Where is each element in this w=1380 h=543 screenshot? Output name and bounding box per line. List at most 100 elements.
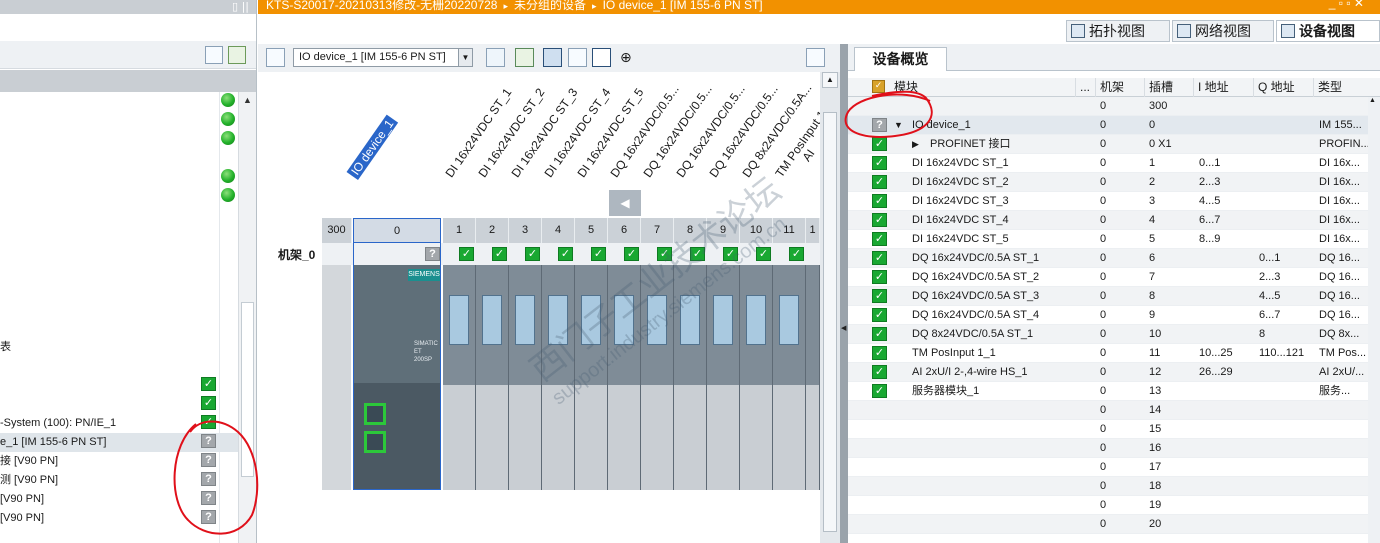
- cell-i[interactable]: [1199, 420, 1255, 439]
- scroll-up-icon[interactable]: ▲: [822, 72, 838, 88]
- cell-slot[interactable]: 12: [1149, 363, 1205, 382]
- cell-q[interactable]: 0...1: [1259, 249, 1315, 268]
- cell-i[interactable]: [1199, 439, 1255, 458]
- cell-rack[interactable]: 0: [1100, 249, 1156, 268]
- overview-toggle-icon[interactable]: [806, 48, 825, 67]
- cell-module[interactable]: DI 16x24VDC ST_4: [912, 211, 1072, 230]
- cell-module[interactable]: [912, 401, 1072, 420]
- cell-type[interactable]: [1319, 477, 1375, 496]
- device-canvas[interactable]: IO device_1 DI 16x24VDC ST_1 DI 16x24VDC…: [258, 72, 820, 543]
- cell-module[interactable]: DI 16x24VDC ST_3: [912, 192, 1072, 211]
- cell-slot[interactable]: 3: [1149, 192, 1205, 211]
- table-row[interactable]: ✓ ▶ PROFINET 接口 0 0 X1 PROFIN...: [848, 135, 1380, 154]
- cell-slot[interactable]: 7: [1149, 268, 1205, 287]
- cell-slot[interactable]: 5: [1149, 230, 1205, 249]
- table-icon[interactable]: [486, 48, 505, 67]
- table-row[interactable]: 0 18: [848, 477, 1380, 496]
- cell-i[interactable]: [1199, 382, 1255, 401]
- breadcrumb-project[interactable]: KTS-S20017-20210313修改-无栅20220728: [266, 0, 497, 12]
- cell-type[interactable]: TM Pos...: [1319, 344, 1375, 363]
- cell-q[interactable]: [1259, 477, 1315, 496]
- cell-type[interactable]: [1319, 420, 1375, 439]
- cell-type[interactable]: DQ 16...: [1319, 249, 1375, 268]
- cell-slot[interactable]: 4: [1149, 211, 1205, 230]
- table-row[interactable]: ? ▼ IO device_1 0 0 IM 155...: [848, 116, 1380, 135]
- cell-rack[interactable]: 0: [1100, 382, 1156, 401]
- cell-type[interactable]: [1319, 439, 1375, 458]
- list-view-icon[interactable]: [205, 46, 223, 64]
- cell-module[interactable]: [912, 97, 1072, 116]
- cell-type[interactable]: DI 16x...: [1319, 230, 1375, 249]
- cell-slot[interactable]: 0: [1149, 116, 1205, 135]
- table-row[interactable]: ✓ DQ 8x24VDC/0.5A ST_1 0 10 8 DQ 8x...: [848, 325, 1380, 344]
- cell-i[interactable]: [1199, 97, 1255, 116]
- cell-rack[interactable]: 0: [1100, 192, 1156, 211]
- cell-module[interactable]: [912, 496, 1072, 515]
- cell-type[interactable]: IM 155...: [1319, 116, 1375, 135]
- cell-i[interactable]: [1199, 287, 1255, 306]
- zoom-icon[interactable]: ⊕: [620, 48, 639, 67]
- cell-type[interactable]: DI 16x...: [1319, 192, 1375, 211]
- cell-module[interactable]: DQ 16x24VDC/0.5A ST_1: [912, 249, 1072, 268]
- cell-q[interactable]: [1259, 515, 1315, 534]
- table-row[interactable]: ✓ 服务器模块_1 0 13 服务...: [848, 382, 1380, 401]
- breadcrumb-group[interactable]: 未分组的设备: [514, 0, 586, 12]
- column-header-more[interactable]: ...: [1076, 78, 1096, 97]
- overview-scrollbar[interactable]: ▲: [1368, 97, 1380, 543]
- cell-i[interactable]: [1199, 401, 1255, 420]
- cell-q[interactable]: [1259, 382, 1315, 401]
- cell-i[interactable]: [1199, 135, 1255, 154]
- tab-device-overview[interactable]: 设备概览: [854, 47, 947, 71]
- tree-row[interactable]: 表: [0, 338, 240, 357]
- cell-q[interactable]: [1259, 401, 1315, 420]
- cell-rack[interactable]: 0: [1100, 173, 1156, 192]
- cell-i[interactable]: [1199, 306, 1255, 325]
- cell-i[interactable]: 0...1: [1199, 154, 1255, 173]
- cell-i[interactable]: 8...9: [1199, 230, 1255, 249]
- cell-slot[interactable]: 300: [1149, 97, 1205, 116]
- cell-rack[interactable]: 0: [1100, 230, 1156, 249]
- cell-type[interactable]: 服务...: [1319, 382, 1375, 401]
- cell-q[interactable]: [1259, 363, 1315, 382]
- cell-rack[interactable]: 0: [1100, 97, 1156, 116]
- cell-rack[interactable]: 0: [1100, 420, 1156, 439]
- cell-i[interactable]: 10...25: [1199, 344, 1255, 363]
- cell-q[interactable]: [1259, 211, 1315, 230]
- chevron-down-icon[interactable]: ▼: [458, 49, 472, 66]
- page-icon[interactable]: [592, 48, 611, 67]
- cell-q[interactable]: 4...5: [1259, 287, 1315, 306]
- cell-rack[interactable]: 0: [1100, 211, 1156, 230]
- cell-type[interactable]: DQ 16...: [1319, 268, 1375, 287]
- cell-i[interactable]: [1199, 325, 1255, 344]
- cell-module[interactable]: DQ 16x24VDC/0.5A ST_3: [912, 287, 1072, 306]
- cell-i[interactable]: [1199, 268, 1255, 287]
- cell-slot[interactable]: 11: [1149, 344, 1205, 363]
- cell-i[interactable]: [1199, 249, 1255, 268]
- cell-slot[interactable]: 1: [1149, 154, 1205, 173]
- cell-q[interactable]: 2...3: [1259, 268, 1315, 287]
- table-row[interactable]: ✓ DQ 16x24VDC/0.5A ST_1 0 6 0...1 DQ 16...: [848, 249, 1380, 268]
- cell-q[interactable]: [1259, 420, 1315, 439]
- table-row[interactable]: ✓ TM PosInput 1_1 0 11 10...25 110...121 TM Po…: [848, 344, 1380, 363]
- tab-topology-view[interactable]: 拓扑视图: [1066, 20, 1170, 42]
- table-row[interactable]: ✓ DI 16x24VDC ST_1 0 1 0...1 DI 16x...: [848, 154, 1380, 173]
- tab-network-view[interactable]: 网络视图: [1172, 20, 1274, 42]
- cell-type[interactable]: [1319, 458, 1375, 477]
- cell-rack[interactable]: 0: [1100, 401, 1156, 420]
- cell-q[interactable]: [1259, 458, 1315, 477]
- cell-type[interactable]: AI 2xU/...: [1319, 363, 1375, 382]
- cell-slot[interactable]: 16: [1149, 439, 1205, 458]
- scroll-thumb[interactable]: [823, 112, 837, 532]
- scroll-thumb[interactable]: [241, 302, 254, 477]
- cell-type[interactable]: DI 16x...: [1319, 154, 1375, 173]
- cell-q[interactable]: [1259, 192, 1315, 211]
- cell-slot[interactable]: 20: [1149, 515, 1205, 534]
- cell-type[interactable]: PROFIN...: [1319, 135, 1375, 154]
- table-row[interactable]: ✓ DI 16x24VDC ST_4 0 4 6...7 DI 16x...: [848, 211, 1380, 230]
- cell-rack[interactable]: 0: [1100, 306, 1156, 325]
- cell-i[interactable]: 6...7: [1199, 211, 1255, 230]
- grid-icon[interactable]: [568, 48, 587, 67]
- breadcrumb-device[interactable]: IO device_1 [IM 155-6 PN ST]: [603, 0, 763, 12]
- io-module[interactable]: [707, 265, 740, 490]
- cell-rack[interactable]: 0: [1100, 325, 1156, 344]
